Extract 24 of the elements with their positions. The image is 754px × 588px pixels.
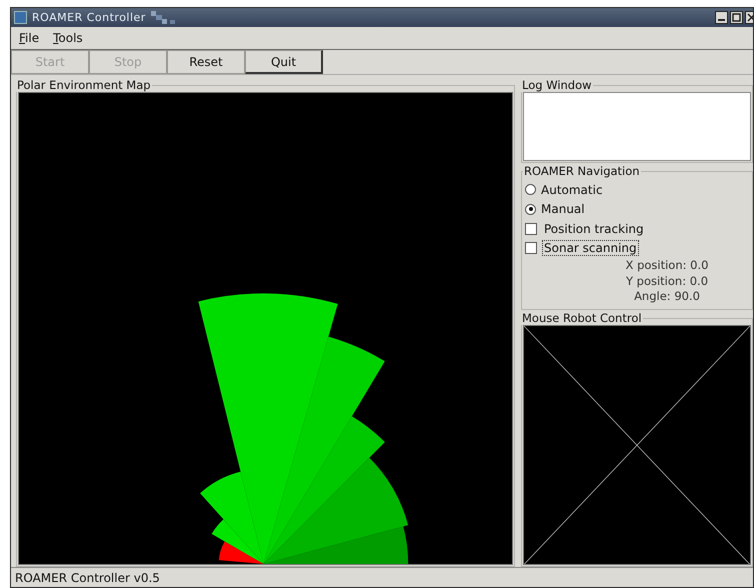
- maximize-button[interactable]: [730, 11, 743, 24]
- toolbar-button[interactable]: Quit: [245, 50, 323, 74]
- checkbox-label[interactable]: Position tracking: [542, 220, 646, 237]
- menu-item[interactable]: File: [19, 31, 40, 45]
- checkbox-label[interactable]: Sonar scanning: [542, 240, 639, 256]
- radio-button[interactable]: [525, 204, 536, 215]
- position-readout: X position: 0.0: [624, 258, 710, 274]
- radio-label[interactable]: Automatic: [541, 182, 603, 197]
- panel-title: Polar Environment Map: [16, 79, 152, 92]
- radio-button[interactable]: [525, 184, 536, 196]
- toolbar-button[interactable]: Reset: [167, 50, 245, 74]
- window-title: ROAMER Controller: [32, 11, 146, 24]
- panel-title: ROAMER Navigation: [523, 165, 641, 178]
- position-readout: Angle: 90.0: [633, 289, 701, 304]
- panel-title: Mouse Robot Control: [521, 312, 643, 324]
- app-icon: [14, 11, 27, 24]
- checkbox[interactable]: [525, 222, 537, 235]
- position-readout: Y position: 0.0: [624, 274, 710, 289]
- minimize-button[interactable]: [715, 11, 728, 24]
- panel-title: Log Window: [521, 79, 593, 92]
- menu-item[interactable]: Tools: [53, 31, 83, 45]
- checkbox[interactable]: [525, 242, 537, 254]
- radio-label[interactable]: Manual: [541, 202, 585, 216]
- status-text: ROAMER Controller v0.5: [15, 570, 160, 584]
